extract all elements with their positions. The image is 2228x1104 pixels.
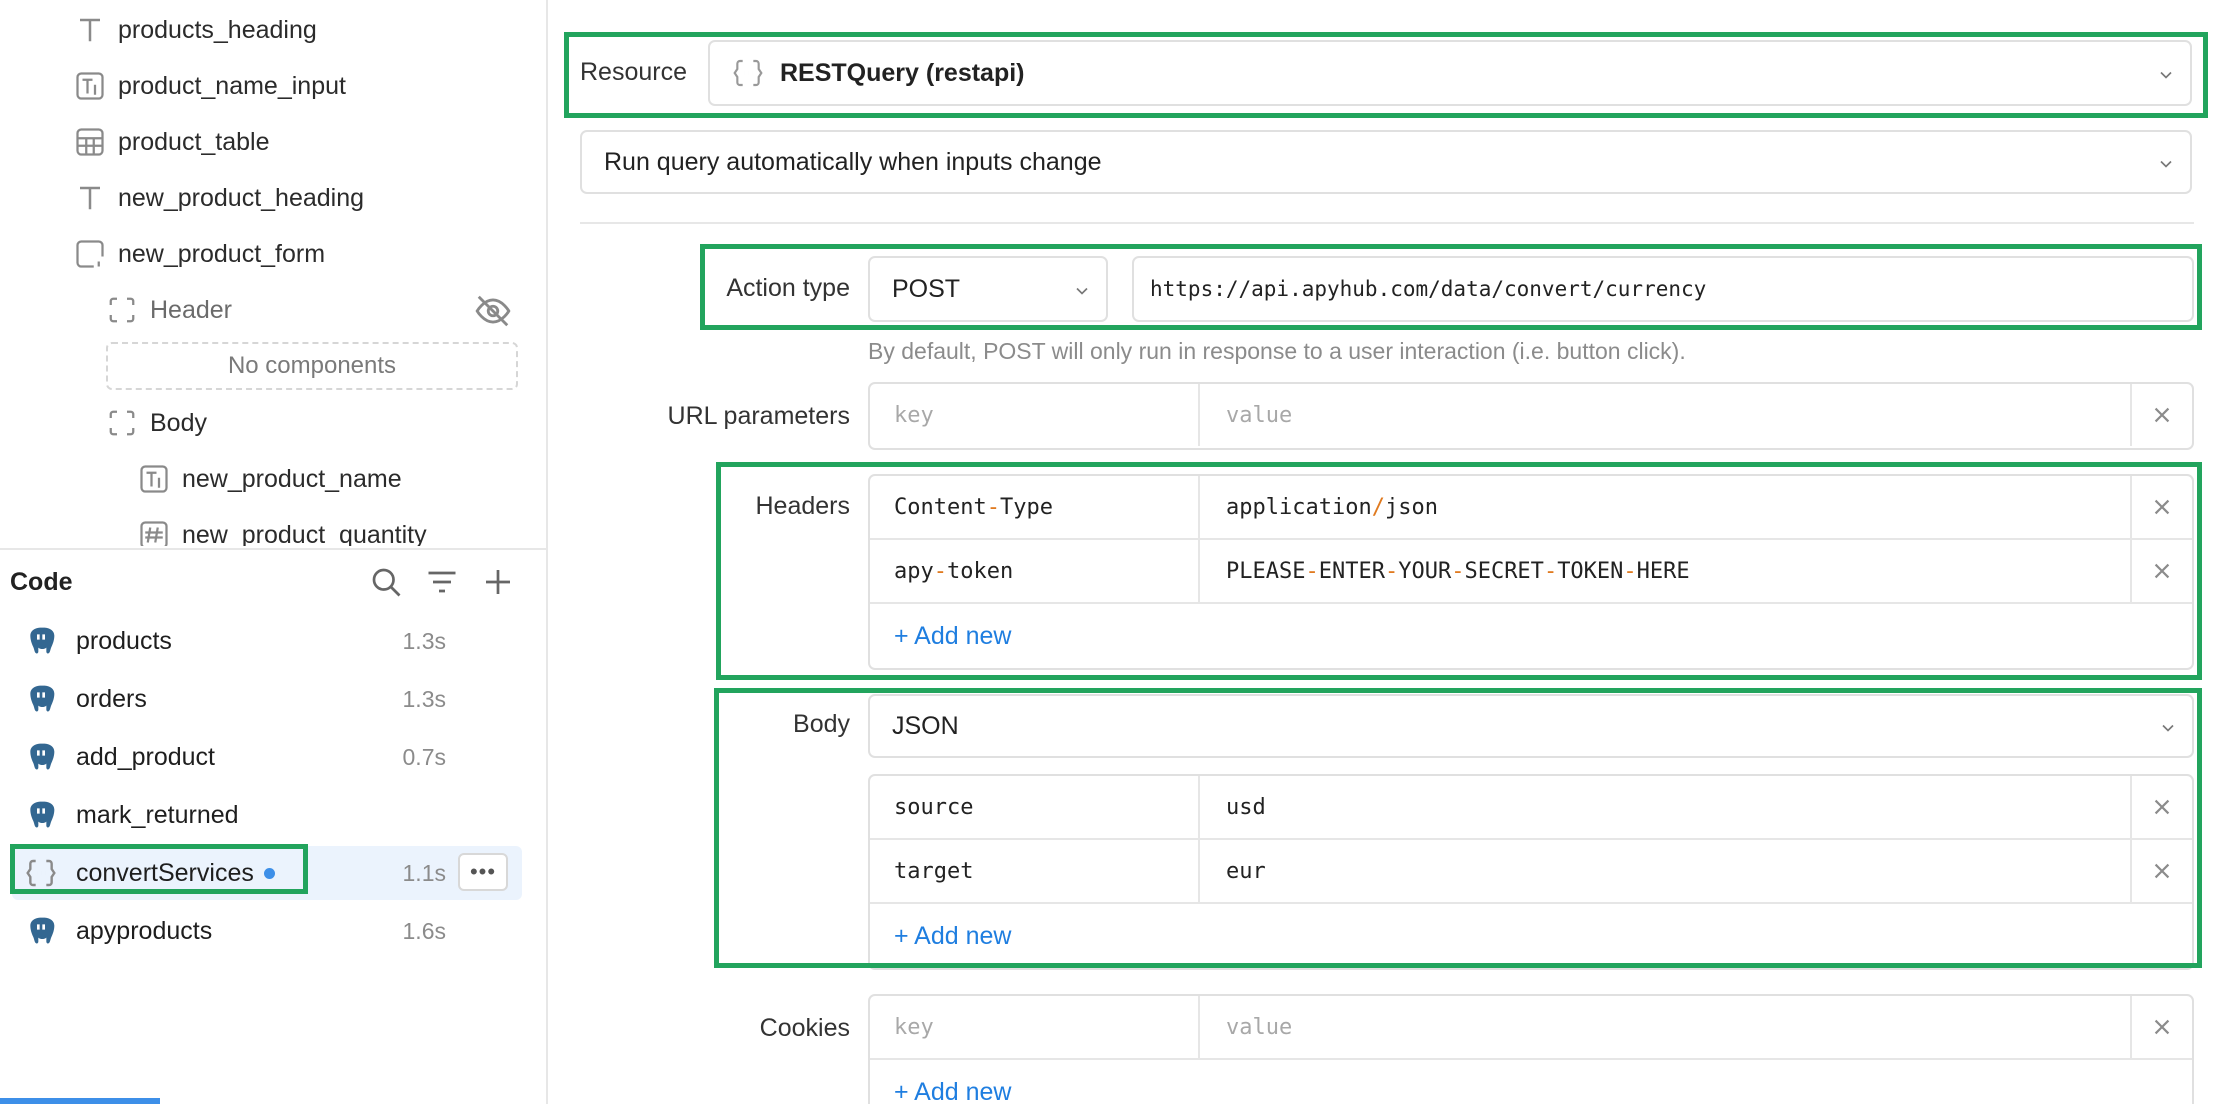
chevron-down-icon: [2156, 152, 2176, 172]
query-item-products[interactable]: products 1.3s: [12, 614, 522, 668]
query-name: add_product: [76, 742, 216, 771]
divider: [580, 222, 2194, 224]
left-panel: products_heading product_name_input prod…: [0, 0, 548, 1104]
number-input-icon: [138, 519, 170, 546]
postgres-icon: [24, 798, 58, 832]
query-time: 1.3s: [402, 685, 446, 712]
eye-off-icon[interactable]: [474, 292, 512, 330]
close-icon[interactable]: [2132, 384, 2192, 446]
query-time: 0.7s: [402, 743, 446, 770]
tree-item-label: products_heading: [118, 15, 317, 44]
tree-item-new-product-name[interactable]: new_product_name: [138, 451, 402, 507]
query-item-add-product[interactable]: add_product 0.7s: [12, 730, 522, 784]
table-row: key value: [870, 384, 2192, 448]
tree-item-label: product_name_input: [118, 71, 346, 100]
text-input-icon: [138, 463, 170, 495]
filter-icon[interactable]: [424, 564, 460, 600]
tree-item-header[interactable]: Header: [106, 282, 232, 338]
query-editor: Resource RESTQuery (restapi) Run query a…: [550, 0, 2228, 1104]
query-time: 1.6s: [402, 917, 446, 944]
value-input[interactable]: value: [1202, 384, 2132, 446]
tree-item-new-product-heading[interactable]: new_product_heading: [74, 170, 364, 226]
query-time: 1.1s: [402, 859, 446, 886]
query-item-apyproducts[interactable]: apyproducts 1.6s: [12, 904, 522, 958]
tree-item-label: new_product_name: [182, 464, 402, 493]
postgres-icon: [24, 682, 58, 716]
tree-item-label: Header: [150, 295, 232, 324]
url-parameters-table: key value: [868, 382, 2194, 450]
tree-item-label: Body: [150, 408, 207, 437]
query-item-orders[interactable]: orders 1.3s: [12, 672, 522, 726]
highlight-convert-services: [10, 844, 308, 894]
trigger-select[interactable]: Run query automatically when inputs chan…: [580, 130, 2192, 194]
more-options-button[interactable]: •••: [458, 853, 508, 891]
cookies-label: Cookies: [759, 1014, 850, 1042]
tree-item-label: new_product_quantity: [182, 520, 427, 547]
progress-indicator: [0, 1098, 160, 1104]
tree-item-products-heading[interactable]: products_heading: [74, 2, 317, 58]
highlight-resource: [564, 32, 2208, 118]
query-name: apyproducts: [76, 916, 213, 945]
url-parameters-label: URL parameters: [667, 402, 850, 430]
code-section: Code products 1.3s orders 1.3s add_produ…: [0, 548, 546, 1104]
tree-item-product-name-input[interactable]: product_name_input: [74, 58, 346, 114]
trigger-value: Run query automatically when inputs chan…: [604, 147, 1102, 176]
table-row: key value: [870, 996, 2192, 1060]
code-section-title: Code: [10, 568, 73, 596]
postgres-icon: [24, 914, 58, 948]
tree-item-product-table[interactable]: product_table: [74, 114, 270, 170]
postgres-icon: [24, 624, 58, 658]
highlight-headers: [716, 462, 2202, 680]
query-name: mark_returned: [76, 800, 239, 829]
query-name: orders: [76, 684, 147, 713]
container-icon: [106, 294, 138, 326]
search-icon[interactable]: [368, 564, 404, 600]
tree-item-label: product_table: [118, 127, 270, 156]
key-input[interactable]: key: [870, 384, 1200, 446]
text-input-icon: [74, 70, 106, 102]
cookies-table: key value + Add new: [868, 994, 2194, 1104]
form-icon: [74, 238, 106, 270]
container-icon: [106, 407, 138, 439]
text-icon: [74, 14, 106, 46]
close-icon[interactable]: [2132, 996, 2192, 1058]
tree-item-new-product-quantity[interactable]: new_product_quantity: [138, 507, 427, 546]
tree-item-label: new_product_heading: [118, 183, 365, 212]
post-hint-text: By default, POST will only run in respon…: [868, 338, 1686, 364]
tree-item-label: new_product_form: [118, 239, 326, 268]
highlight-body: [714, 688, 2202, 968]
add-cookie-button[interactable]: + Add new: [894, 1078, 1011, 1104]
query-time: 1.3s: [402, 627, 446, 654]
tree-item-new-product-form[interactable]: new_product_form: [74, 226, 325, 282]
text-icon: [74, 182, 106, 214]
tree-item-body[interactable]: Body: [106, 395, 207, 451]
highlight-action-type: [700, 244, 2202, 330]
table-icon: [74, 126, 106, 158]
no-components-placeholder: No components: [106, 342, 518, 390]
query-name: products: [76, 626, 172, 655]
key-input[interactable]: key: [870, 996, 1200, 1058]
value-input[interactable]: value: [1202, 996, 2132, 1058]
postgres-icon: [24, 740, 58, 774]
component-tree: products_heading product_name_input prod…: [0, 0, 546, 546]
add-icon[interactable]: [480, 564, 516, 600]
query-item-mark-returned[interactable]: mark_returned: [12, 788, 522, 842]
